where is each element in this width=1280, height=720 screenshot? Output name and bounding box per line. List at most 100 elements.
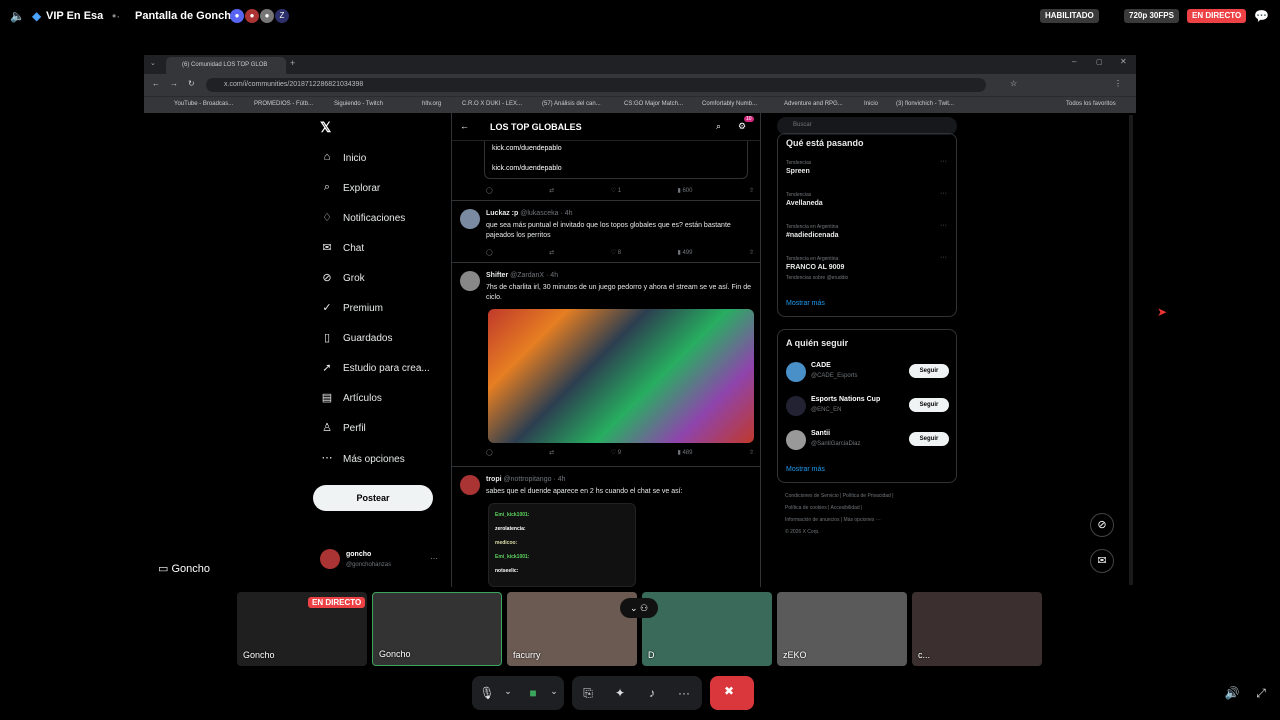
bookmark[interactable]: YouTube - Broadcas... [174, 101, 233, 107]
avatar[interactable] [460, 271, 480, 291]
guild-icon[interactable]: ● [230, 9, 244, 23]
fullscreen-icon[interactable]: ⤢ [1253, 686, 1269, 701]
tweet[interactable]: Luckaz :p @lukasceka · 4h que sea más pu… [452, 201, 760, 263]
reload-icon[interactable]: ↻ [188, 79, 195, 88]
chevron-down-icon[interactable]: ⌄ [500, 686, 516, 697]
tweet-author[interactable]: Luckaz :p @lukasceka · 4h [486, 210, 573, 217]
all-bookmarks[interactable]: Todos los favoritos [1066, 101, 1116, 107]
notifications-icon[interactable]: ⚙ [738, 121, 746, 132]
more-icon[interactable]: ··· [940, 158, 947, 165]
link-text[interactable]: kick.com/duendepablo [492, 165, 562, 172]
participant-tile[interactable]: zEKO [777, 592, 907, 666]
retweet-icon[interactable]: ⇄ [549, 249, 554, 256]
like-button[interactable]: ♡ 1 [611, 187, 621, 194]
link-text[interactable]: kick.com/duendepablo [492, 145, 562, 152]
retweet-icon[interactable]: ⇄ [549, 187, 554, 194]
tweet-author[interactable]: Shifter @ZardanX · 4h [486, 272, 558, 279]
soundboard-icon[interactable]: ♪ [644, 686, 660, 700]
avatar[interactable] [460, 475, 480, 495]
avatar[interactable] [786, 396, 806, 416]
tweet[interactable]: tropi @nottropitango · 4h sabes que el d… [452, 467, 760, 587]
nav-mas-opciones[interactable]: Más opciones [343, 454, 405, 465]
avatar[interactable] [460, 209, 480, 229]
bookmark[interactable]: hltv.org [422, 101, 441, 107]
bookmark[interactable]: (3) flonvichich - Twit... [896, 101, 954, 107]
trend-name[interactable]: #nadiedicenada [786, 232, 839, 239]
avatar[interactable] [786, 430, 806, 450]
nav-notificaciones[interactable]: Notificaciones [343, 213, 405, 224]
participant-tile[interactable]: EN DIRECTO Goncho [237, 592, 367, 666]
collapse-participants-button[interactable]: ⌄ ⚇ [620, 598, 658, 618]
bookmark[interactable]: (57) Análisis del can... [542, 101, 601, 107]
chevron-down-icon[interactable]: ⌄ [546, 686, 562, 697]
tweet[interactable]: Shifter @ZardanX · 4h 7hs de charlita ir… [452, 263, 760, 467]
bookmark[interactable]: PROMEDIOS - Fútb... [254, 101, 313, 107]
bookmark[interactable]: C.R.O X DUKI - LEX... [462, 101, 522, 107]
chat-bubble-icon[interactable]: 💬 [1254, 9, 1269, 23]
tweet[interactable]: kick.com/duendepablo kick.com/duendepabl… [452, 141, 760, 201]
star-icon[interactable]: ☆ [1010, 79, 1017, 88]
show-more-link[interactable]: Mostrar más [786, 300, 825, 307]
tweet-image[interactable] [488, 309, 754, 443]
trend-name[interactable]: FRANCO AL 9009 [786, 264, 844, 271]
more-options-icon[interactable]: ··· [676, 686, 692, 700]
nav-guardados[interactable]: Guardados [343, 333, 392, 344]
reply-icon[interactable]: ◯ [486, 187, 493, 194]
post-button[interactable]: Postear [313, 485, 433, 511]
bookmark[interactable]: CS:GO Major Match... [624, 101, 683, 107]
camera-icon[interactable]: ■ [525, 686, 541, 700]
guild-icon[interactable]: ● [245, 9, 259, 23]
activities-icon[interactable]: ✦ [612, 686, 628, 700]
trend-name[interactable]: Avellaneda [786, 200, 823, 207]
channel-name[interactable]: VIP En Esa [46, 10, 103, 22]
footer-links[interactable]: Información de anuncios | Más opciones ·… [785, 517, 881, 523]
nav-estudio[interactable]: Estudio para crea... [343, 363, 430, 374]
follow-name[interactable]: CADE [811, 362, 831, 369]
share-icon[interactable]: ⇧ [749, 187, 754, 194]
share-icon[interactable]: ⇧ [749, 249, 754, 256]
more-icon[interactable]: ··· [940, 254, 947, 261]
bookmark[interactable]: Adventure and RPG... [784, 101, 843, 107]
show-more-link[interactable]: Mostrar más [786, 466, 825, 473]
guild-icon[interactable]: ● [260, 9, 274, 23]
participant-tile[interactable]: c... [912, 592, 1042, 666]
share-icon[interactable]: ⇧ [749, 449, 754, 456]
footer-links[interactable]: Política de cookies | Accesibilidad | [785, 505, 862, 511]
tweet-image[interactable]: Emi_kick1001: zerolatencia: medicoo: Emi… [488, 503, 636, 587]
like-button[interactable]: ♡ 9 [611, 449, 621, 456]
nav-premium[interactable]: Premium [343, 303, 383, 314]
more-icon[interactable]: ··· [940, 190, 947, 197]
tab-search-icon[interactable]: ⌄ [150, 59, 156, 67]
participant-tile[interactable]: D [642, 592, 772, 666]
screen-share-icon[interactable]: ⎘ [580, 686, 596, 701]
volume-icon[interactable]: 🔈 [10, 9, 25, 23]
avatar[interactable] [320, 549, 340, 569]
bookmark[interactable]: Comfortably Numb... [702, 101, 757, 107]
retweet-icon[interactable]: ⇄ [549, 449, 554, 456]
close-icon[interactable]: ✕ [1120, 57, 1127, 66]
minimize-icon[interactable]: – [1072, 57, 1076, 66]
views-count[interactable]: ▮ 489 [678, 449, 693, 456]
follow-button[interactable]: Seguir [909, 364, 949, 378]
nav-perfil[interactable]: Perfil [343, 423, 366, 434]
nav-explorar[interactable]: Explorar [343, 183, 380, 194]
menu-icon[interactable]: ⋮ [1114, 79, 1122, 88]
back-arrow-icon[interactable]: ← [460, 121, 469, 131]
follow-button[interactable]: Seguir [909, 432, 949, 446]
messages-float-icon[interactable]: ✉ [1090, 549, 1114, 573]
account-menu-icon[interactable]: ··· [430, 554, 438, 563]
follow-name[interactable]: Santii [811, 430, 830, 437]
more-icon[interactable]: ··· [940, 222, 947, 229]
tweet-author[interactable]: tropi @nottropitango · 4h [486, 476, 566, 483]
x-logo-icon[interactable]: 𝕏 [320, 119, 331, 136]
browser-tab[interactable]: (6) Comunidad LOS TOP GLOB [166, 57, 286, 74]
back-icon[interactable]: ← [152, 79, 160, 88]
follow-name[interactable]: Esports Nations Cup [811, 396, 880, 403]
follow-button[interactable]: Seguir [909, 398, 949, 412]
microphone-icon[interactable]: 🎙 [479, 686, 495, 700]
maximize-icon[interactable]: ▢ [1096, 58, 1103, 66]
grok-float-icon[interactable]: ⊘ [1090, 513, 1114, 537]
url-input[interactable]: x.com/i/communities/2018712286821034398 [206, 78, 986, 92]
avatar[interactable] [786, 362, 806, 382]
reply-icon[interactable]: ◯ [486, 249, 493, 256]
